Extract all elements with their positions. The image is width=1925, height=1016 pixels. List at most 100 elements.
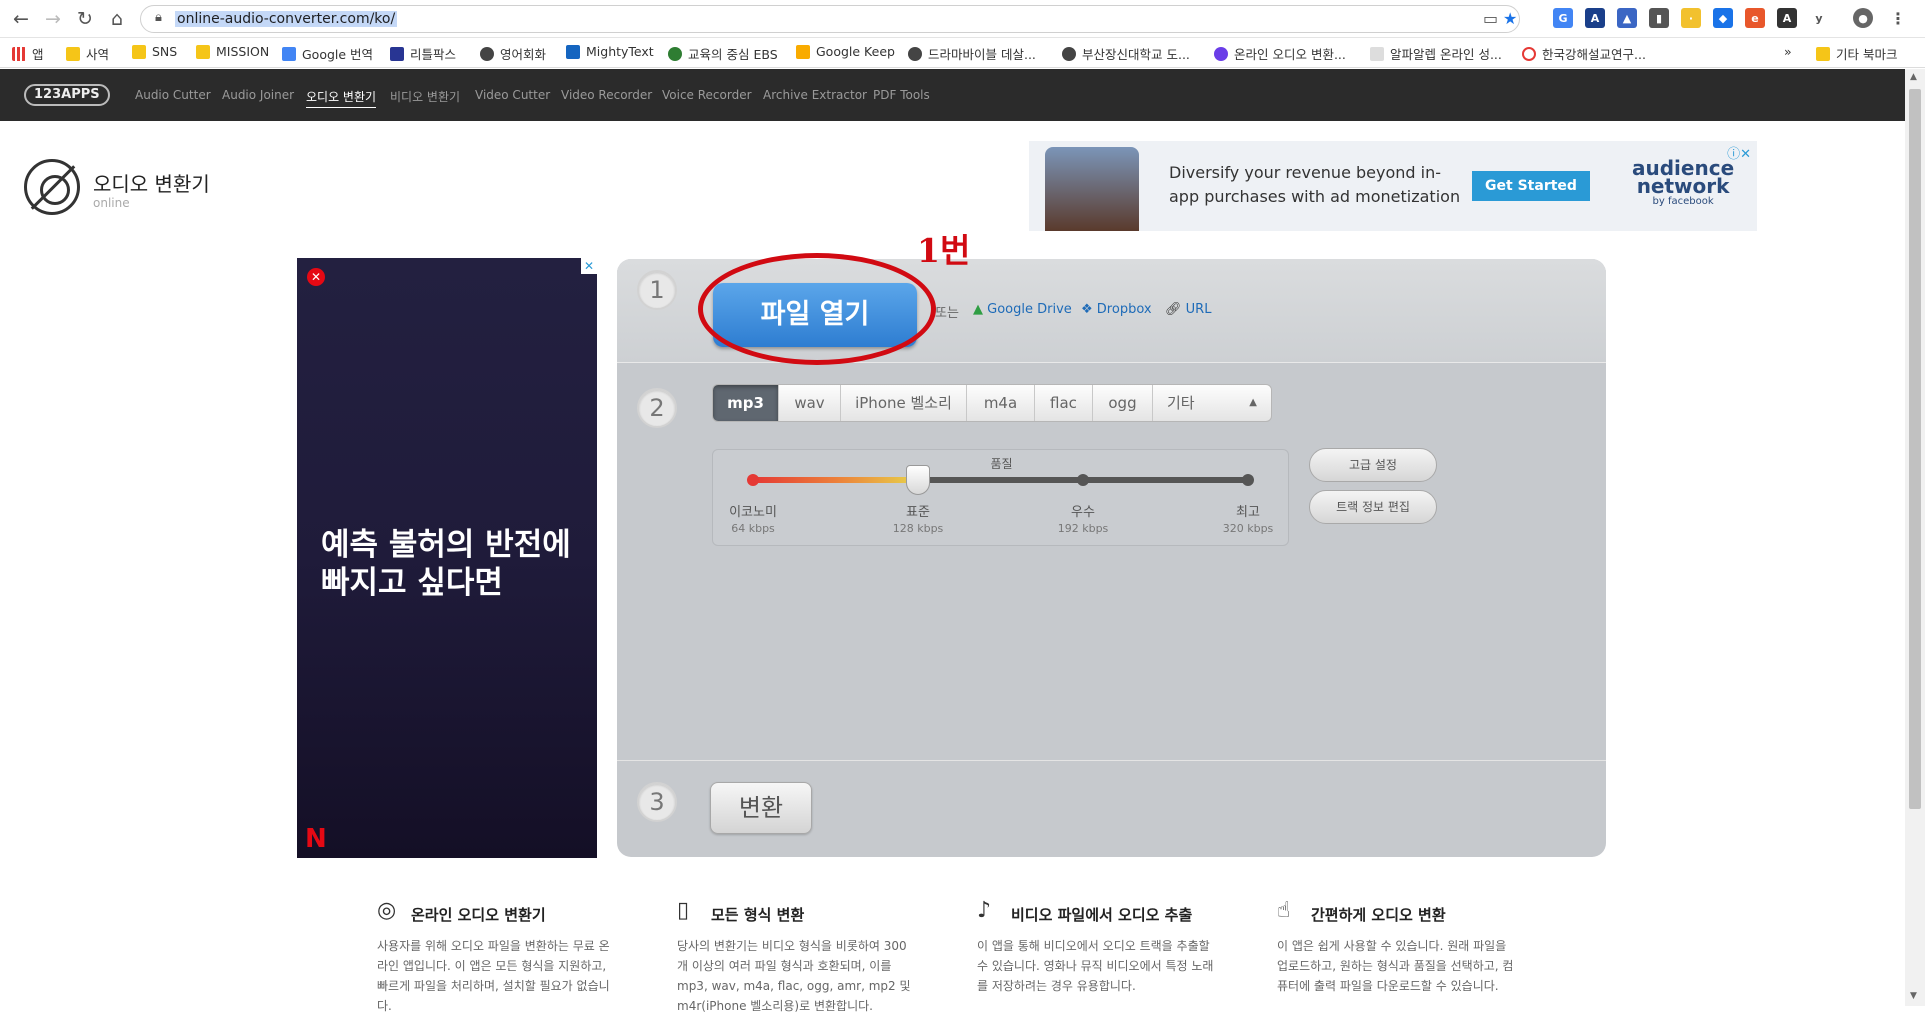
step-number-2: 2 [637, 388, 677, 428]
littlefox-icon [390, 46, 404, 61]
ad-get-started-button[interactable]: Get Started [1472, 171, 1590, 201]
page-subtitle: online [93, 196, 130, 210]
document-icon: ▯ [677, 898, 690, 923]
nav-link-pdf-tools[interactable]: PDF Tools [873, 88, 930, 102]
netflix-logo-icon: N [305, 824, 327, 854]
format-mp3[interactable]: mp3 [713, 385, 779, 421]
translate-extension-icon[interactable]: G [1553, 8, 1573, 28]
bookmark-link[interactable]: 리틀팍스 [390, 44, 456, 63]
alpha-aleph-icon [1370, 46, 1384, 61]
bookmark-link[interactable]: 교육의 중심 EBS [668, 44, 778, 63]
forward-icon[interactable]: → [40, 6, 66, 32]
ad-close-icon[interactable]: ⓘ✕ [1727, 143, 1751, 162]
cast-icon[interactable]: ▭ [1483, 9, 1498, 28]
scroll-down-icon[interactable]: ▼ [1910, 991, 1917, 1001]
ad-phone-image [1045, 147, 1139, 231]
home-icon[interactable]: ⌂ [104, 6, 130, 32]
edit-track-info-button[interactable]: 트랙 정보 편집 [1309, 490, 1437, 524]
url-text[interactable]: online-audio-converter.com/ko/ [175, 11, 398, 27]
extension-icon[interactable]: e [1745, 8, 1765, 28]
bookmark-link[interactable]: Google Keep [796, 44, 895, 59]
extension-icon[interactable]: y [1809, 8, 1829, 28]
audio-converter-icon [1214, 46, 1228, 61]
quality-step-dot[interactable] [747, 474, 759, 486]
quality-slider-handle[interactable] [906, 465, 930, 495]
bookmark-link[interactable]: 부산장신대학교 도... [1062, 44, 1190, 63]
bookmark-star-icon[interactable]: ★ [1503, 9, 1517, 28]
dropbox-link[interactable]: ❖ Dropbox [1081, 302, 1152, 317]
bookmark-folder[interactable]: MISSION [196, 44, 269, 59]
format-iphone-ringtone[interactable]: iPhone 벨소리 [841, 385, 967, 421]
other-bookmarks-folder[interactable]: 기타 북마크 [1816, 44, 1897, 63]
bookmark-apps[interactable]: 앱 [12, 44, 44, 63]
ad-close-icon[interactable]: ✕ [307, 268, 325, 286]
quality-step-dot[interactable] [1077, 474, 1089, 486]
extension-icon[interactable]: ◆ [1713, 8, 1733, 28]
address-bar[interactable]: 🔒︎ online-audio-converter.com/ko/ ▭ ★ [140, 5, 1520, 33]
scroll-thumb[interactable] [1909, 89, 1921, 809]
nav-link-audio-converter[interactable]: 오디오 변환기 [306, 88, 377, 108]
lock-icon: 🔒︎ [155, 10, 162, 25]
nav-link-video-recorder[interactable]: Video Recorder [561, 88, 652, 102]
bookmark-link[interactable]: 영어회화 [480, 44, 546, 63]
quality-step-dot[interactable] [1242, 474, 1254, 486]
advanced-settings-button[interactable]: 고급 설정 [1309, 448, 1437, 482]
feature-description: 이 앱을 통해 비디오에서 오디오 트랙을 추출할 수 있습니다. 영화나 뮤직… [977, 939, 1214, 993]
quality-step-kbps: 320 kbps [1222, 522, 1274, 535]
nav-link-video-cutter[interactable]: Video Cutter [475, 88, 550, 102]
extension-icon[interactable]: ▲ [1617, 8, 1637, 28]
format-m4a[interactable]: m4a [967, 385, 1035, 421]
extension-icon[interactable]: A [1585, 8, 1605, 28]
audio-converter-logo-icon [24, 159, 80, 215]
extension-icon[interactable]: A [1777, 8, 1797, 28]
extension-icon[interactable]: · [1681, 8, 1701, 28]
bookmark-link[interactable]: 온라인 오디오 변환... [1214, 44, 1346, 63]
reload-icon[interactable]: ↻ [72, 6, 98, 32]
step-number-1: 1 [637, 270, 677, 310]
page-scrollbar[interactable]: ▲ ▼ [1905, 69, 1925, 1006]
quality-label: 품질 [990, 457, 1013, 471]
ad-info-icon[interactable]: ✕ [581, 258, 597, 274]
google-drive-icon: ▲ [973, 302, 983, 317]
google-drive-link[interactable]: ▲ Google Drive [973, 302, 1072, 317]
bookmark-link[interactable]: Google 번역 [282, 44, 373, 63]
bookmark-folder[interactable]: SNS [132, 44, 177, 59]
top-banner-ad[interactable]: Diversify your revenue beyond in-app pur… [1029, 141, 1757, 231]
format-flac[interactable]: flac [1035, 385, 1093, 421]
convert-button[interactable]: 변환 [710, 782, 812, 834]
nav-link-archive-extractor[interactable]: Archive Extractor [763, 88, 867, 102]
bookmark-folder[interactable]: 사역 [66, 44, 109, 63]
site-logo[interactable]: 123APPS [24, 84, 110, 106]
feature-description: 당사의 변환기는 비디오 형식을 비롯하여 300개 이상의 여러 파일 형식과… [677, 939, 911, 1013]
bookmark-link[interactable]: MightyText [566, 44, 654, 59]
url-link[interactable]: 🔗︎ URL [1165, 302, 1211, 317]
format-more-dropdown[interactable]: 기타 ▲ [1153, 385, 1271, 421]
feature-title: 모든 형식 변환 [711, 906, 805, 924]
profile-avatar[interactable]: ● [1853, 8, 1873, 28]
extension-icon[interactable]: ▮ [1649, 8, 1669, 28]
apps-grid-icon [12, 46, 26, 61]
step-number-3: 3 [637, 782, 677, 822]
back-icon[interactable]: ← [8, 6, 34, 32]
ad-headline: 예측 불허의 반전에 빠지고 싶다면 [321, 527, 571, 601]
or-label: 또는 [935, 306, 959, 321]
nav-link-audio-cutter[interactable]: Audio Cutter [135, 88, 211, 102]
side-banner-ad[interactable]: ✕ ✕ 예측 불허의 반전에 빠지고 싶다면 N [297, 258, 597, 858]
folder-icon [1816, 46, 1830, 61]
scroll-up-icon[interactable]: ▲ [1910, 72, 1917, 82]
bookmark-link[interactable]: 드라마바이블 데살... [908, 44, 1036, 63]
format-wav[interactable]: wav [779, 385, 841, 421]
nav-link-video-converter[interactable]: 비디오 변환기 [390, 88, 460, 105]
nav-link-voice-recorder[interactable]: Voice Recorder [662, 88, 752, 102]
bookmark-link[interactable]: 한국강해설교연구... [1522, 44, 1646, 63]
more-bookmarks-button[interactable]: » [1784, 44, 1792, 59]
quality-slider[interactable] [747, 465, 1254, 495]
disc-icon: ◎ [377, 898, 397, 923]
bookmark-link[interactable]: 알파알렙 온라인 성... [1370, 44, 1502, 63]
folder-icon [66, 46, 80, 61]
format-ogg[interactable]: ogg [1093, 385, 1153, 421]
quality-slider-fill [753, 477, 918, 483]
menu-kebab-icon[interactable]: ⋮ [1888, 8, 1908, 28]
nav-link-audio-joiner[interactable]: Audio Joiner [222, 88, 294, 102]
feature-title: 간편하게 오디오 변환 [1311, 906, 1446, 924]
